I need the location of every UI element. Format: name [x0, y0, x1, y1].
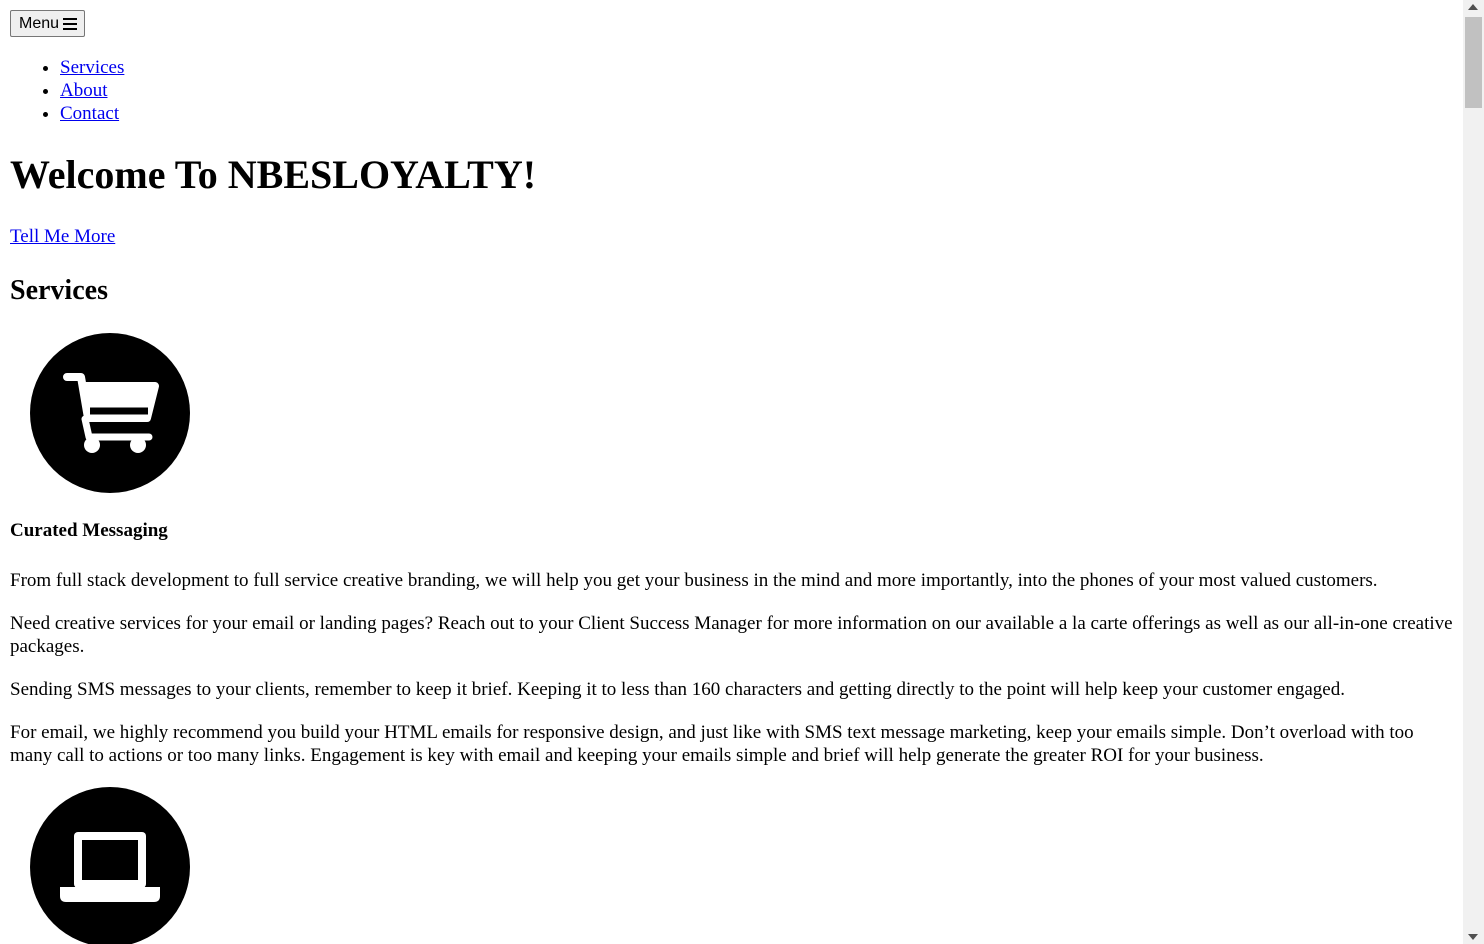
vertical-scrollbar[interactable] — [1463, 0, 1484, 944]
nav-link-contact[interactable]: Contact — [60, 103, 119, 124]
nav-list: Services About Contact — [0, 56, 124, 125]
menu-button-label: Menu — [19, 15, 60, 32]
laptop-icon — [30, 787, 190, 944]
service-title-curated-messaging: Curated Messaging — [10, 520, 168, 541]
service-paragraph: From full stack development to full serv… — [10, 570, 1378, 591]
shopping-cart-icon — [30, 333, 190, 493]
tell-me-more-link[interactable]: Tell Me More — [10, 225, 115, 249]
scrollbar-thumb[interactable] — [1465, 17, 1482, 108]
hero-title: Welcome To NBESLOYALTY! — [10, 152, 537, 197]
nav-link-about[interactable]: About — [60, 80, 108, 101]
nav-item-contact: Contact — [60, 102, 124, 125]
service-paragraph: Sending SMS messages to your clients, re… — [10, 679, 1345, 700]
nav-item-services: Services — [60, 56, 124, 79]
scroll-down-arrow-icon[interactable] — [1468, 934, 1478, 940]
service-paragraph: Need creative services for your email or… — [10, 613, 1453, 657]
services-heading: Services — [10, 275, 108, 306]
nav-item-about: About — [60, 79, 124, 102]
page: Menu Services About Contact Welcome To N… — [0, 0, 1463, 944]
service-paragraph: For email, we highly recommend you build… — [10, 722, 1414, 766]
nav-link-services[interactable]: Services — [60, 57, 124, 78]
scroll-up-arrow-icon[interactable] — [1468, 4, 1478, 10]
hamburger-icon — [63, 17, 78, 30]
menu-button[interactable]: Menu — [10, 10, 86, 37]
